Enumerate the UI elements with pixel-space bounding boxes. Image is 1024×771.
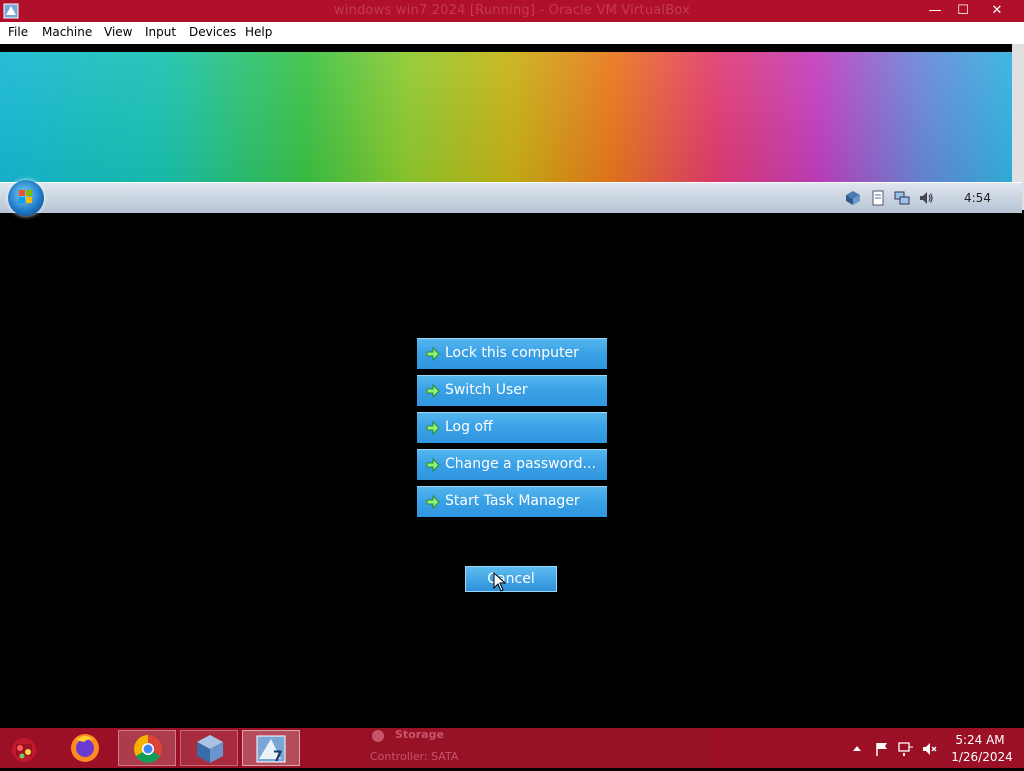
- menu-file[interactable]: File: [8, 25, 28, 39]
- volume-muted-icon[interactable]: [922, 741, 938, 757]
- host-clock-date[interactable]: 1/26/2024: [950, 750, 1014, 764]
- menu-machine[interactable]: Machine: [42, 25, 92, 39]
- log-off-button[interactable]: Log off: [417, 412, 607, 443]
- guest-taskbar: 4:54: [0, 180, 1022, 216]
- network-icon[interactable]: [898, 741, 914, 757]
- guest-start-button[interactable]: [8, 180, 44, 216]
- windows-logo-icon: [19, 190, 32, 203]
- virtualbox-taskbar-button[interactable]: [180, 730, 238, 766]
- show-hidden-icons-icon[interactable]: [852, 741, 862, 757]
- arrow-right-icon: [426, 494, 440, 510]
- menu-help[interactable]: Help: [245, 25, 272, 39]
- cancel-label: Cancel: [487, 571, 535, 587]
- title-bar: windows win7 2024 [Running] - Oracle VM …: [0, 0, 1024, 22]
- option-label: Start Task Manager: [445, 493, 580, 509]
- vm-screen[interactable]: 4:54 Lock this computer Switch User Log …: [0, 44, 1024, 728]
- gear-icon: [372, 730, 384, 742]
- maximize-button[interactable]: ☐: [946, 0, 980, 22]
- arrow-right-icon: [426, 383, 440, 399]
- taskbar-window-preview: Storage Controller: SATA: [364, 728, 710, 768]
- close-button[interactable]: ✕: [980, 0, 1014, 22]
- network-icon[interactable]: [894, 190, 910, 206]
- start-button[interactable]: [2, 730, 42, 766]
- option-label: Switch User: [445, 382, 528, 398]
- switch-user-button[interactable]: Switch User: [417, 375, 607, 406]
- menu-devices[interactable]: Devices: [189, 25, 236, 39]
- guest-clock[interactable]: 4:54: [964, 191, 991, 205]
- arrow-right-icon: [426, 420, 440, 436]
- option-label: Log off: [445, 419, 493, 435]
- option-label: Lock this computer: [445, 345, 579, 361]
- speaker-icon[interactable]: [918, 190, 934, 206]
- start-task-manager-button[interactable]: Start Task Manager: [417, 486, 607, 517]
- vm-window-icon: 7: [256, 735, 286, 765]
- action-center-flag-icon[interactable]: [874, 741, 890, 757]
- document-icon[interactable]: [870, 190, 886, 206]
- menu-view[interactable]: View: [104, 25, 132, 39]
- option-label: Change a password...: [445, 456, 596, 472]
- host-clock-time[interactable]: 5:24 AM: [950, 733, 1010, 747]
- arrow-right-icon: [426, 346, 440, 362]
- mouse-cursor-icon: [493, 572, 507, 592]
- host-taskbar: 7 Storage Controller: SATA: [0, 728, 1024, 768]
- virtualbox-icon: [197, 735, 223, 763]
- lock-computer-button[interactable]: Lock this computer: [417, 338, 607, 369]
- menu-input[interactable]: Input: [145, 25, 176, 39]
- virtualbox-tray-icon[interactable]: [845, 190, 861, 206]
- preview-title: Storage: [395, 728, 444, 741]
- change-password-button[interactable]: Change a password...: [417, 449, 607, 480]
- cancel-button[interactable]: Cancel: [465, 566, 557, 592]
- svg-text:7: 7: [273, 749, 283, 765]
- chrome-icon: [134, 735, 162, 763]
- preview-subtitle: Controller: SATA: [370, 750, 459, 763]
- menu-bar: File Machine View Input Devices Help: [0, 22, 1024, 44]
- firefox-icon[interactable]: [56, 730, 114, 766]
- chrome-taskbar-button[interactable]: [118, 730, 176, 766]
- win7-vm-taskbar-button[interactable]: 7: [242, 730, 300, 766]
- window-title: windows win7 2024 [Running] - Oracle VM …: [333, 3, 691, 18]
- arrow-right-icon: [426, 457, 440, 473]
